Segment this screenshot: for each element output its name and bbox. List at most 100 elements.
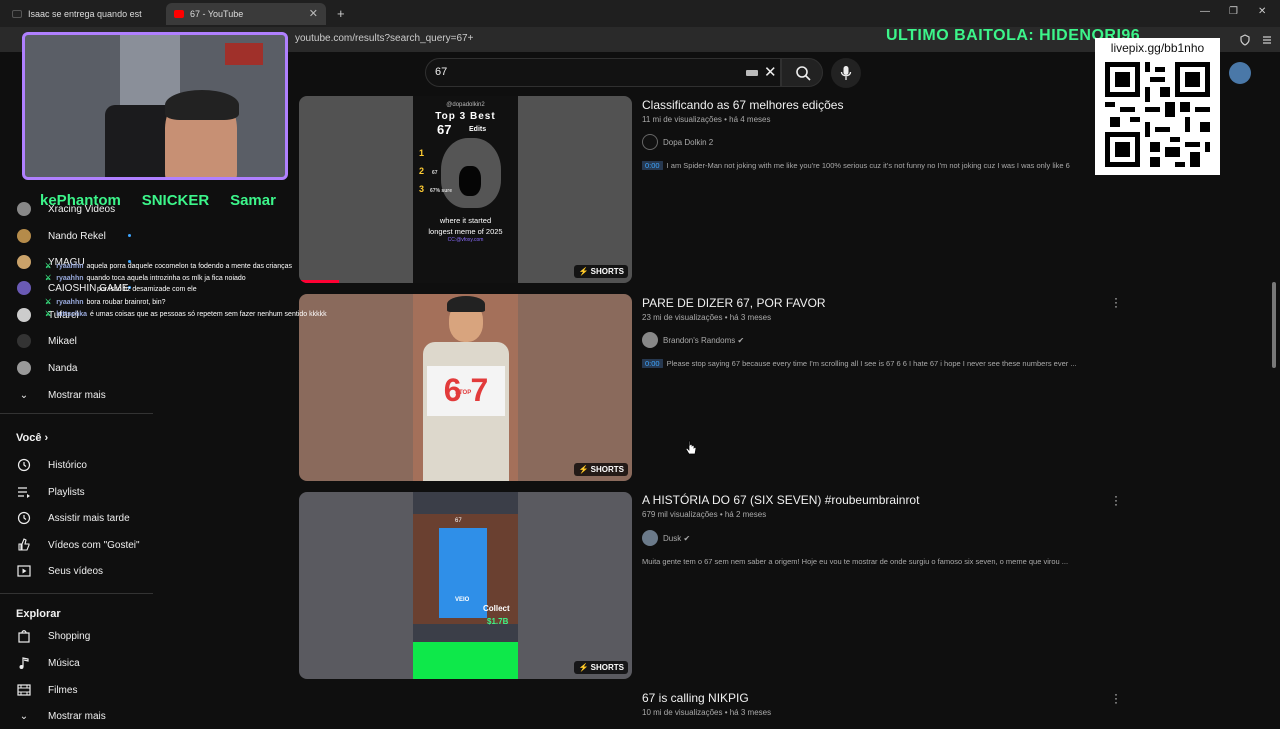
result-description: 0:00 I am Spider-Man not joking with me l… [642,161,1127,170]
chat-message: ⚔ ryaahhn bora roubar brainrot, bin? [45,299,166,306]
result-meta: 10 mi de visualizações • há 3 meses [642,708,772,717]
sidebar-item-sub-1[interactable]: Nando Rekel [0,223,155,249]
scrollbar-thumb[interactable] [1272,282,1276,368]
tab-label: 67 - YouTube [190,9,244,19]
channel-name[interactable]: Brandon's Randoms ✔ [663,336,744,345]
sidebar-item-history[interactable]: Histórico [0,452,155,478]
more-options-icon[interactable]: · · · [1114,688,1118,708]
shopping-bag-icon [17,629,31,643]
sidebar-item-sub-6[interactable]: Nanda [0,355,155,381]
result-title[interactable]: PARE DE DIZER 67, POR FAVOR [642,296,826,310]
result-meta: 679 mil visualizações • há 2 meses [642,510,767,519]
tab-label: Isaac se entrega quando est [28,9,142,19]
sidebar-item-label: Música [48,657,80,669]
sidebar-item-playlists[interactable]: Playlists [0,479,155,505]
channel-avatar [17,281,31,295]
verified-icon: ✔ [737,336,745,345]
result-thumbnail[interactable]: 6 7 STOP ⚡ SHORTS [299,294,632,481]
clear-search-icon[interactable]: ✕ [764,63,777,81]
account-avatar[interactable] [1229,62,1251,84]
sidebar-item-your-videos[interactable]: Seus vídeos [0,558,155,584]
sidebar-item-liked[interactable]: Vídeos com "Gostei" [0,532,155,558]
sidebar-item-music[interactable]: Música [0,650,155,676]
donation-url: livepix.gg/bb1nho [1110,41,1205,55]
search-input[interactable]: 67 [435,66,447,78]
restore-button[interactable]: ❐ [1229,6,1238,17]
sidebar-show-more-subs[interactable]: ⌄ Mostrar mais [0,382,155,408]
result-thumbnail[interactable]: 67 VEIO Collect $1.7B ⚡ SHORTS [299,492,632,679]
shorts-badge: ⚡ SHORTS [574,661,628,674]
result-title[interactable]: A HISTÓRIA DO 67 (SIX SEVEN) #roubeumbra… [642,493,919,507]
channel-avatar[interactable] [642,332,658,348]
channel-avatar[interactable] [642,134,658,150]
history-icon [17,458,31,472]
shorts-badge: ⚡ SHORTS [574,463,628,476]
divider [0,593,153,594]
sidebar-item-label: Histórico [48,459,87,471]
sidebar-item-shopping[interactable]: Shopping [0,623,155,649]
browser-tab-youtube[interactable]: 67 - YouTube ✕ [166,3,326,25]
address-text[interactable]: youtube.com/results?search_query=67+ [295,33,473,44]
shorts-badge: ⚡ SHORTS [574,265,628,278]
character-image [439,528,487,618]
search-icon [796,66,811,81]
qr-code-image [1105,62,1210,167]
search-button[interactable] [781,58,823,87]
clock-icon [17,511,31,525]
sidebar-item-label: Seus vídeos [48,565,104,577]
timestamp-chip[interactable]: 0:00 [642,359,663,368]
minimize-button[interactable]: — [1200,6,1210,17]
channel-name[interactable]: Dopa Dolkin 2 [663,138,713,147]
floor-image [413,642,518,679]
sidebar-item-sub-5[interactable]: Mikael [0,328,155,354]
result-meta: 23 mi de visualizações • há 3 meses [642,313,772,322]
channel-avatar [17,202,31,216]
sidebar-item-label: Assistir mais tarde [48,512,130,524]
channel-avatar[interactable] [642,530,658,546]
result-title[interactable]: 67 is calling NIKPIG [642,691,749,705]
menu-icon[interactable] [1261,34,1273,46]
playlist-icon [17,485,31,499]
result-thumbnail[interactable]: @dopadolkin2 Top 3 Best 67 Edits 1 2 67 3… [299,96,632,283]
result-title[interactable]: Classificando as 67 melhores edições [642,98,843,112]
voice-search-button[interactable] [831,58,861,88]
thumbs-up-icon [17,538,31,552]
section-title-you[interactable]: Você › [16,432,48,444]
mouse-cursor-icon [686,440,697,455]
stop-text: STOP [455,390,472,396]
video-icon [17,564,31,578]
divider [0,413,153,414]
close-window-button[interactable]: ✕ [1258,6,1266,17]
more-options-icon[interactable]: · · · [1114,292,1118,312]
sidebar-item-movies[interactable]: Filmes [0,677,155,703]
chat-message: por isso fiz desamizade com ele [97,286,197,293]
search-box[interactable]: 67 ✕ [425,58,781,87]
timestamp-chip[interactable]: 0:00 [642,161,663,170]
thumb-text: 67 [437,122,452,137]
section-title-explore: Explorar [16,608,61,620]
shield-icon[interactable] [1239,34,1251,46]
poster-image [225,43,263,65]
sidebar-item-label: Mostrar mais [48,389,106,401]
sidebar-item-watch-later[interactable]: Assistir mais tarde [0,505,155,531]
close-tab-icon[interactable]: ✕ [309,7,318,20]
channel-name[interactable]: Dusk ✔ [663,534,690,543]
music-note-icon [17,656,31,670]
keyboard-icon[interactable] [746,70,758,76]
result-description: Muita gente tem o 67 sem nem saber a ori… [642,557,1069,566]
chevron-down-icon: ⌄ [19,710,29,722]
browser-tab-twitch[interactable]: Isaac se entrega quando est [4,3,154,25]
new-tab-button[interactable]: + [337,6,345,21]
amount-text: $1.7B [487,617,509,626]
sidebar-item-more[interactable]: ⌄ Mostrar mais [0,703,155,729]
sidebar-item-label: Nanda [48,362,78,374]
thumb-caption: longest meme of 2025 [428,227,503,236]
sidebar-item-label: Mikael [48,335,77,347]
thumbnail-image: @dopadolkin2 Top 3 Best 67 Edits 1 2 67 3… [413,96,518,283]
chat-message: ⚔ ryaahhn quando toca aquela introzinha os… [45,275,246,282]
sidebar-item-label: Playlists [48,486,85,498]
film-icon [17,683,31,697]
chat-message: ⚔ luttschka é umas coisas que as pessoas s… [45,311,327,318]
more-options-icon[interactable]: · · · [1114,490,1118,510]
channel-avatar [17,334,31,348]
